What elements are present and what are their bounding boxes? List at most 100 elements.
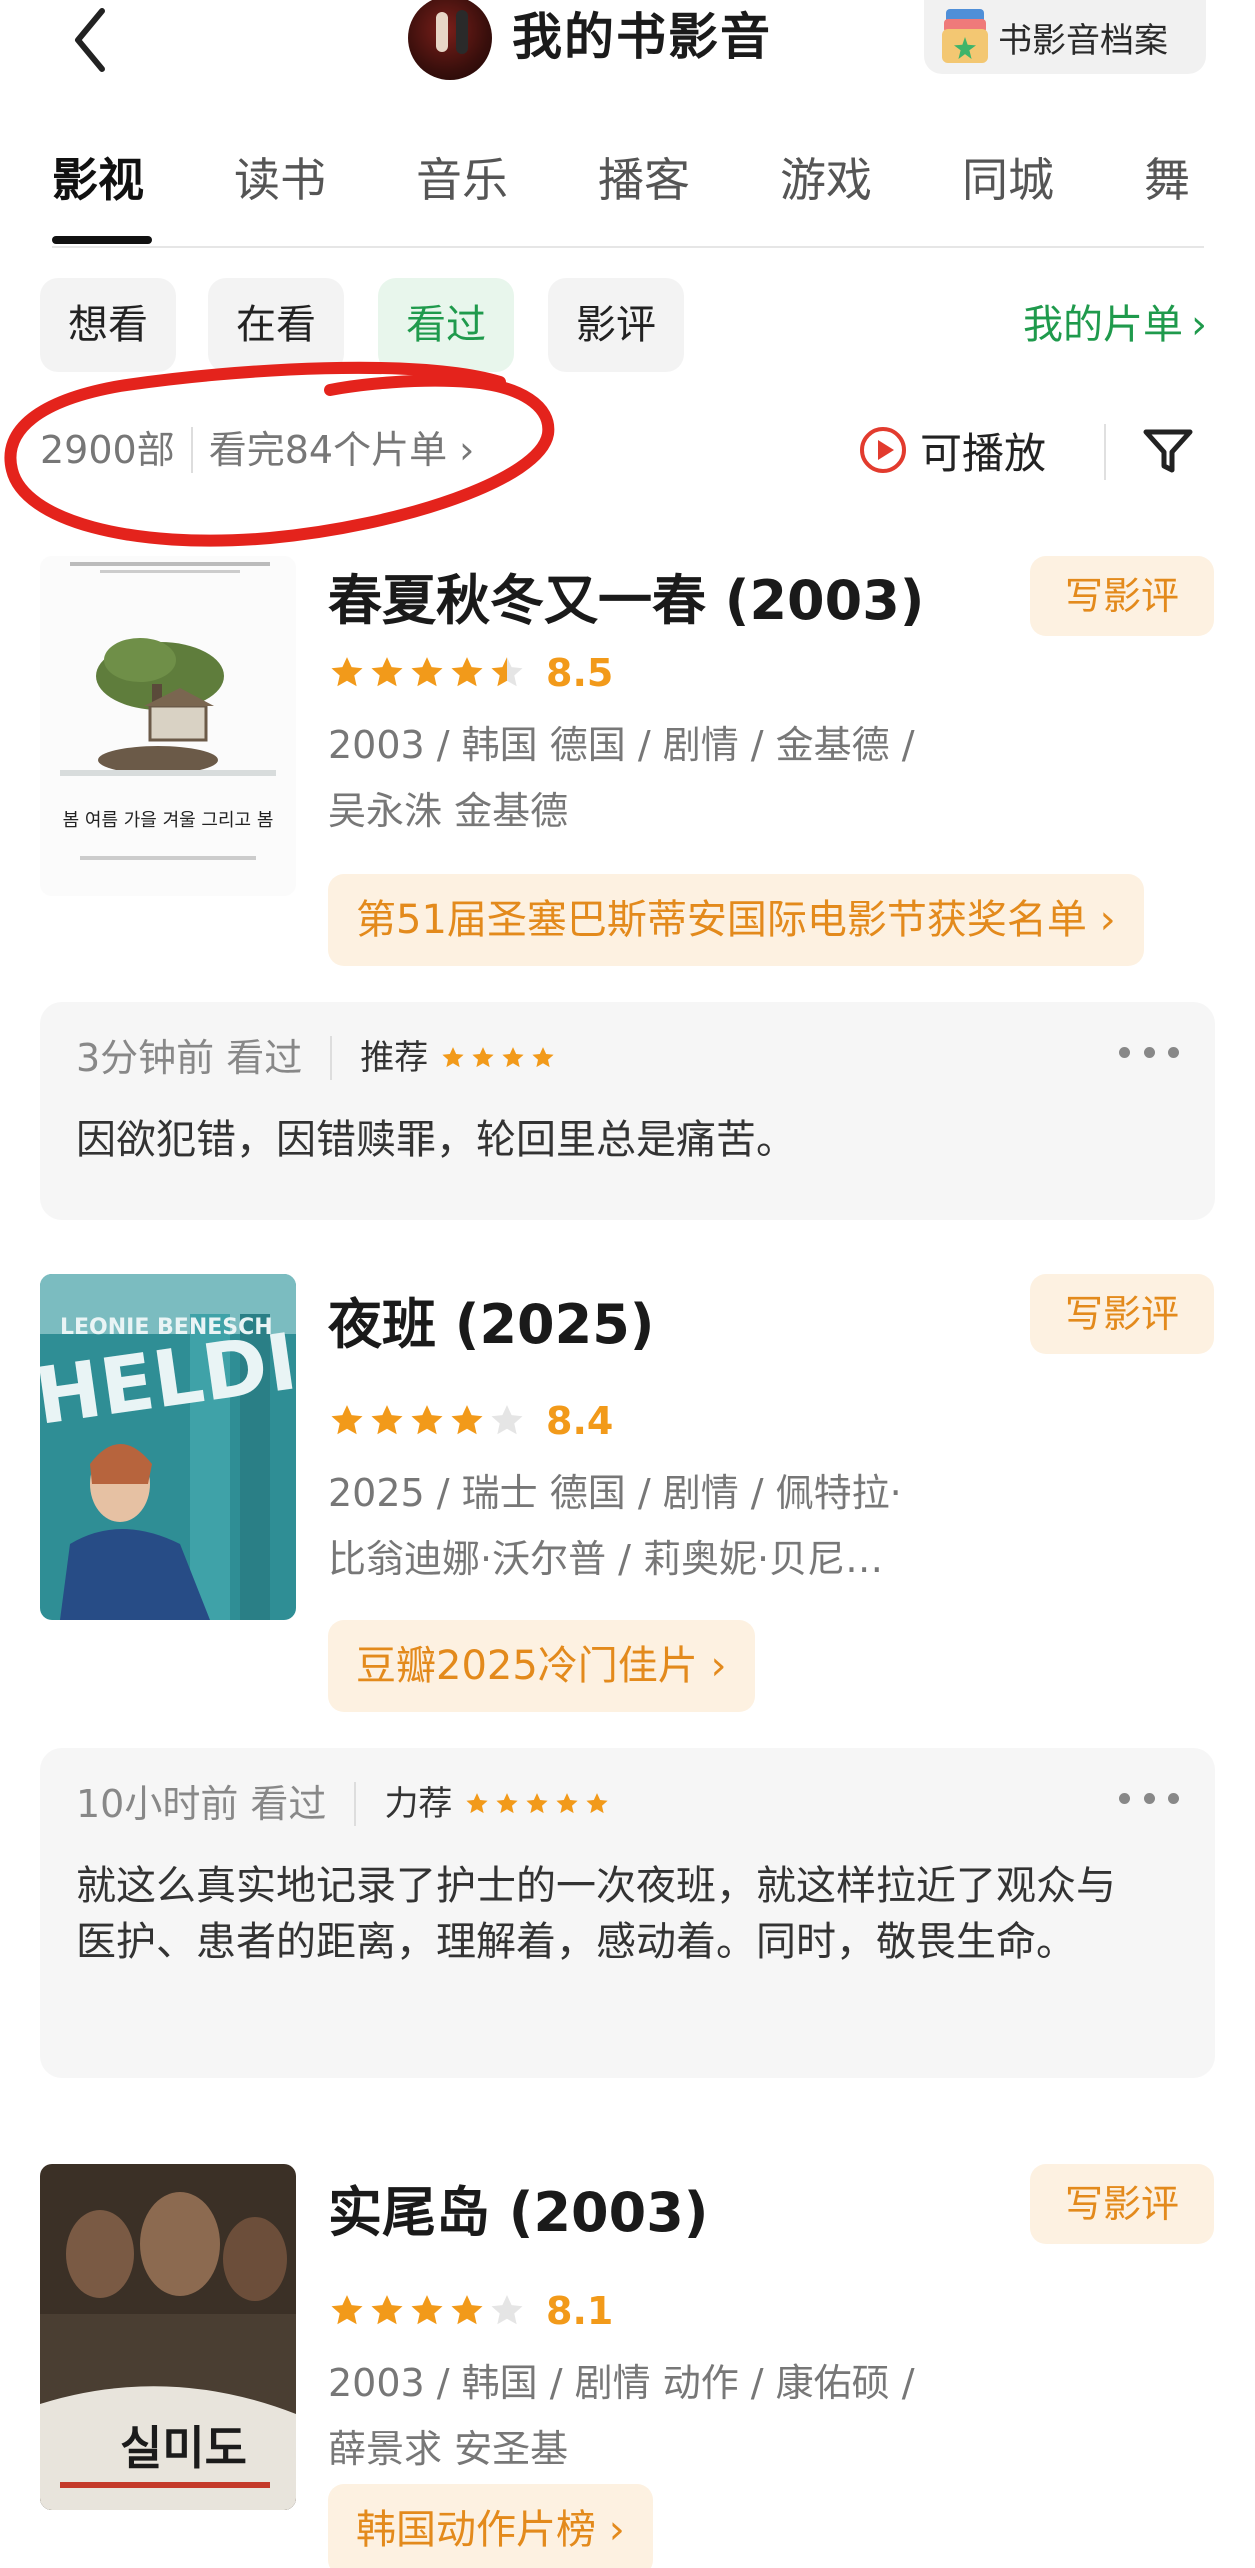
- playable-label: 可播放: [920, 428, 1047, 478]
- star-icon: [371, 657, 403, 687]
- my-list-link[interactable]: 我的片单 ›: [1023, 278, 1207, 372]
- empty-star-icon: [491, 1405, 523, 1435]
- write-review-button[interactable]: 写影评: [1030, 556, 1214, 636]
- poster-image: 봄 여름 가을 겨울 그리고 봄: [40, 556, 296, 896]
- star-icon: [496, 1793, 519, 1814]
- more-options-button[interactable]: [1119, 1032, 1179, 1072]
- movie-meta-line: 吴永洙 金基德: [328, 789, 569, 833]
- divider: [354, 1782, 357, 1826]
- archive-icon: [942, 9, 988, 65]
- tab-movies[interactable]: 影视: [52, 140, 144, 220]
- active-tab-indicator: [52, 236, 152, 244]
- movie-score: 8.4: [546, 1399, 614, 1443]
- divider: [1104, 424, 1106, 480]
- comment-header: 3分钟前 看过 推荐: [76, 1028, 560, 1088]
- divider: [190, 427, 193, 473]
- filter-want-to-watch[interactable]: 想看: [40, 278, 176, 372]
- comment-header: 10小时前 看过 力荐: [76, 1774, 614, 1834]
- archive-button[interactable]: 书影音档案: [924, 0, 1206, 74]
- star-icon: [411, 1405, 443, 1435]
- chevron-right-icon: ›: [1191, 302, 1207, 348]
- award-list-link[interactable]: 第51届圣塞巴斯蒂安国际电影节获奖名单 ›: [328, 874, 1144, 966]
- movie-meta-line: 比翁迪娜·沃尔普 / 莉奥妮·贝尼…: [328, 1537, 884, 1581]
- watched-count: 2900部: [40, 428, 175, 472]
- back-button[interactable]: [60, 0, 120, 80]
- chevron-right-icon: ›: [608, 2507, 625, 2553]
- rating-stars: [328, 654, 528, 692]
- star-icon: [411, 657, 443, 687]
- page-title: 我的书影音: [512, 8, 772, 66]
- comment-text: 因欲犯错，因错赎罪，轮回里总是痛苦。: [76, 1117, 796, 1163]
- rating-row: 8.1: [328, 2286, 613, 2336]
- star-icon: [586, 1793, 609, 1814]
- tab-podcast[interactable]: 播客: [598, 140, 690, 220]
- star-icon: [371, 2295, 403, 2325]
- half-star-icon: [491, 657, 523, 687]
- playable-toggle[interactable]: 可播放: [860, 410, 1046, 490]
- finished-lists-link[interactable]: 看完84个片单 ›: [209, 410, 475, 490]
- app-header: 我的书影音 书影音档案: [0, 0, 1255, 80]
- movie-score: 8.1: [546, 2289, 614, 2333]
- filter-watching[interactable]: 在看: [208, 278, 344, 372]
- poster-title: 봄 여름 가을 겨울 그리고 봄: [63, 810, 274, 831]
- write-review-button[interactable]: 写影评: [1030, 1274, 1214, 1354]
- tab-books[interactable]: 读书: [234, 140, 326, 220]
- write-review-button[interactable]: 写影评: [1030, 2164, 1214, 2244]
- star-icon: [371, 1405, 403, 1435]
- comment-text: 就这么真实地记录了护士的一次夜班，就这样拉近了观众与医护、患者的距离，理解着，感…: [76, 1863, 1116, 1965]
- play-circle-icon: [860, 427, 906, 473]
- movie-poster[interactable]: 실미도: [40, 2164, 296, 2510]
- comment-level: 力荐: [384, 1784, 453, 1824]
- divider: [330, 1036, 333, 1080]
- comment-time: 3分钟前 看过: [76, 1036, 303, 1080]
- chevron-right-icon: ›: [1099, 897, 1116, 943]
- star-icon: [451, 2295, 483, 2325]
- tab-local[interactable]: 同城: [962, 140, 1054, 220]
- filter-icon[interactable]: [1138, 420, 1198, 480]
- movie-title[interactable]: 实尾岛 (2003): [328, 2168, 708, 2247]
- chevron-right-icon: ›: [459, 428, 475, 472]
- filter-reviews[interactable]: 影评: [548, 278, 684, 372]
- star-icon: [331, 2295, 363, 2325]
- avatar[interactable]: [408, 0, 492, 80]
- rating-row: 8.4: [328, 1396, 613, 1446]
- star-icon: [502, 1047, 524, 1068]
- more-options-button[interactable]: [1119, 1778, 1179, 1818]
- my-list-label: 我的片单: [1023, 302, 1183, 348]
- star-icon: [526, 1793, 549, 1814]
- stats-row: 2900部 看完84个片单 ›: [40, 410, 474, 490]
- tab-divider: [52, 246, 1204, 248]
- award-label: 豆瓣2025冷门佳片: [356, 1643, 698, 1689]
- award-label: 韩国动作片榜: [356, 2507, 596, 2553]
- star-icon: [532, 1047, 554, 1068]
- poster-title: 실미도: [120, 2421, 247, 2475]
- star-icon: [411, 2295, 443, 2325]
- movie-title[interactable]: 夜班 (2025): [328, 1280, 654, 1359]
- filter-watched[interactable]: 看过: [378, 278, 514, 372]
- star-icon: [331, 657, 363, 687]
- tab-music[interactable]: 音乐: [416, 140, 508, 220]
- tab-games[interactable]: 游戏: [780, 140, 872, 220]
- star-icon: [451, 1405, 483, 1435]
- tab-dance[interactable]: 舞: [1144, 140, 1190, 220]
- star-icon: [466, 1793, 489, 1814]
- movie-title[interactable]: 春夏秋冬又一春 (2003): [328, 556, 924, 635]
- chevron-left-icon: [75, 8, 105, 72]
- rating-stars: [328, 2292, 528, 2330]
- comment-card: 3分钟前 看过 推荐 因欲犯错，因错赎罪，轮回里总是痛苦。: [40, 1002, 1215, 1220]
- movie-meta-line: 2003 / 韩国 德国 / 剧情 / 金基德 /: [328, 723, 915, 767]
- archive-label: 书影音档案: [998, 20, 1168, 61]
- award-list-link[interactable]: 豆瓣2025冷门佳片 ›: [328, 1620, 755, 1712]
- poster-image: LEONIE BENESCH HELDIN: [40, 1274, 296, 1620]
- star-icon: [472, 1047, 494, 1068]
- movie-meta: 2003 / 韩国 德国 / 剧情 / 金基德 / 吴永洙 金基德: [328, 712, 1028, 844]
- rating-row: 8.5: [328, 648, 613, 698]
- award-list-link[interactable]: 韩国动作片榜 ›: [328, 2484, 653, 2568]
- movie-poster[interactable]: LEONIE BENESCH HELDIN: [40, 1274, 296, 1620]
- movie-poster[interactable]: 봄 여름 가을 겨울 그리고 봄: [40, 556, 296, 896]
- empty-star-icon: [491, 2295, 523, 2325]
- award-label: 第51届圣塞巴斯蒂安国际电影节获奖名单: [356, 897, 1087, 943]
- star-icon: [331, 1405, 363, 1435]
- finished-lists-label: 看完84个片单: [208, 428, 448, 472]
- comment-card: 10小时前 看过 力荐 就这么真实地记录了护士的一次夜班，就这样拉近了观众与医护…: [40, 1748, 1215, 2078]
